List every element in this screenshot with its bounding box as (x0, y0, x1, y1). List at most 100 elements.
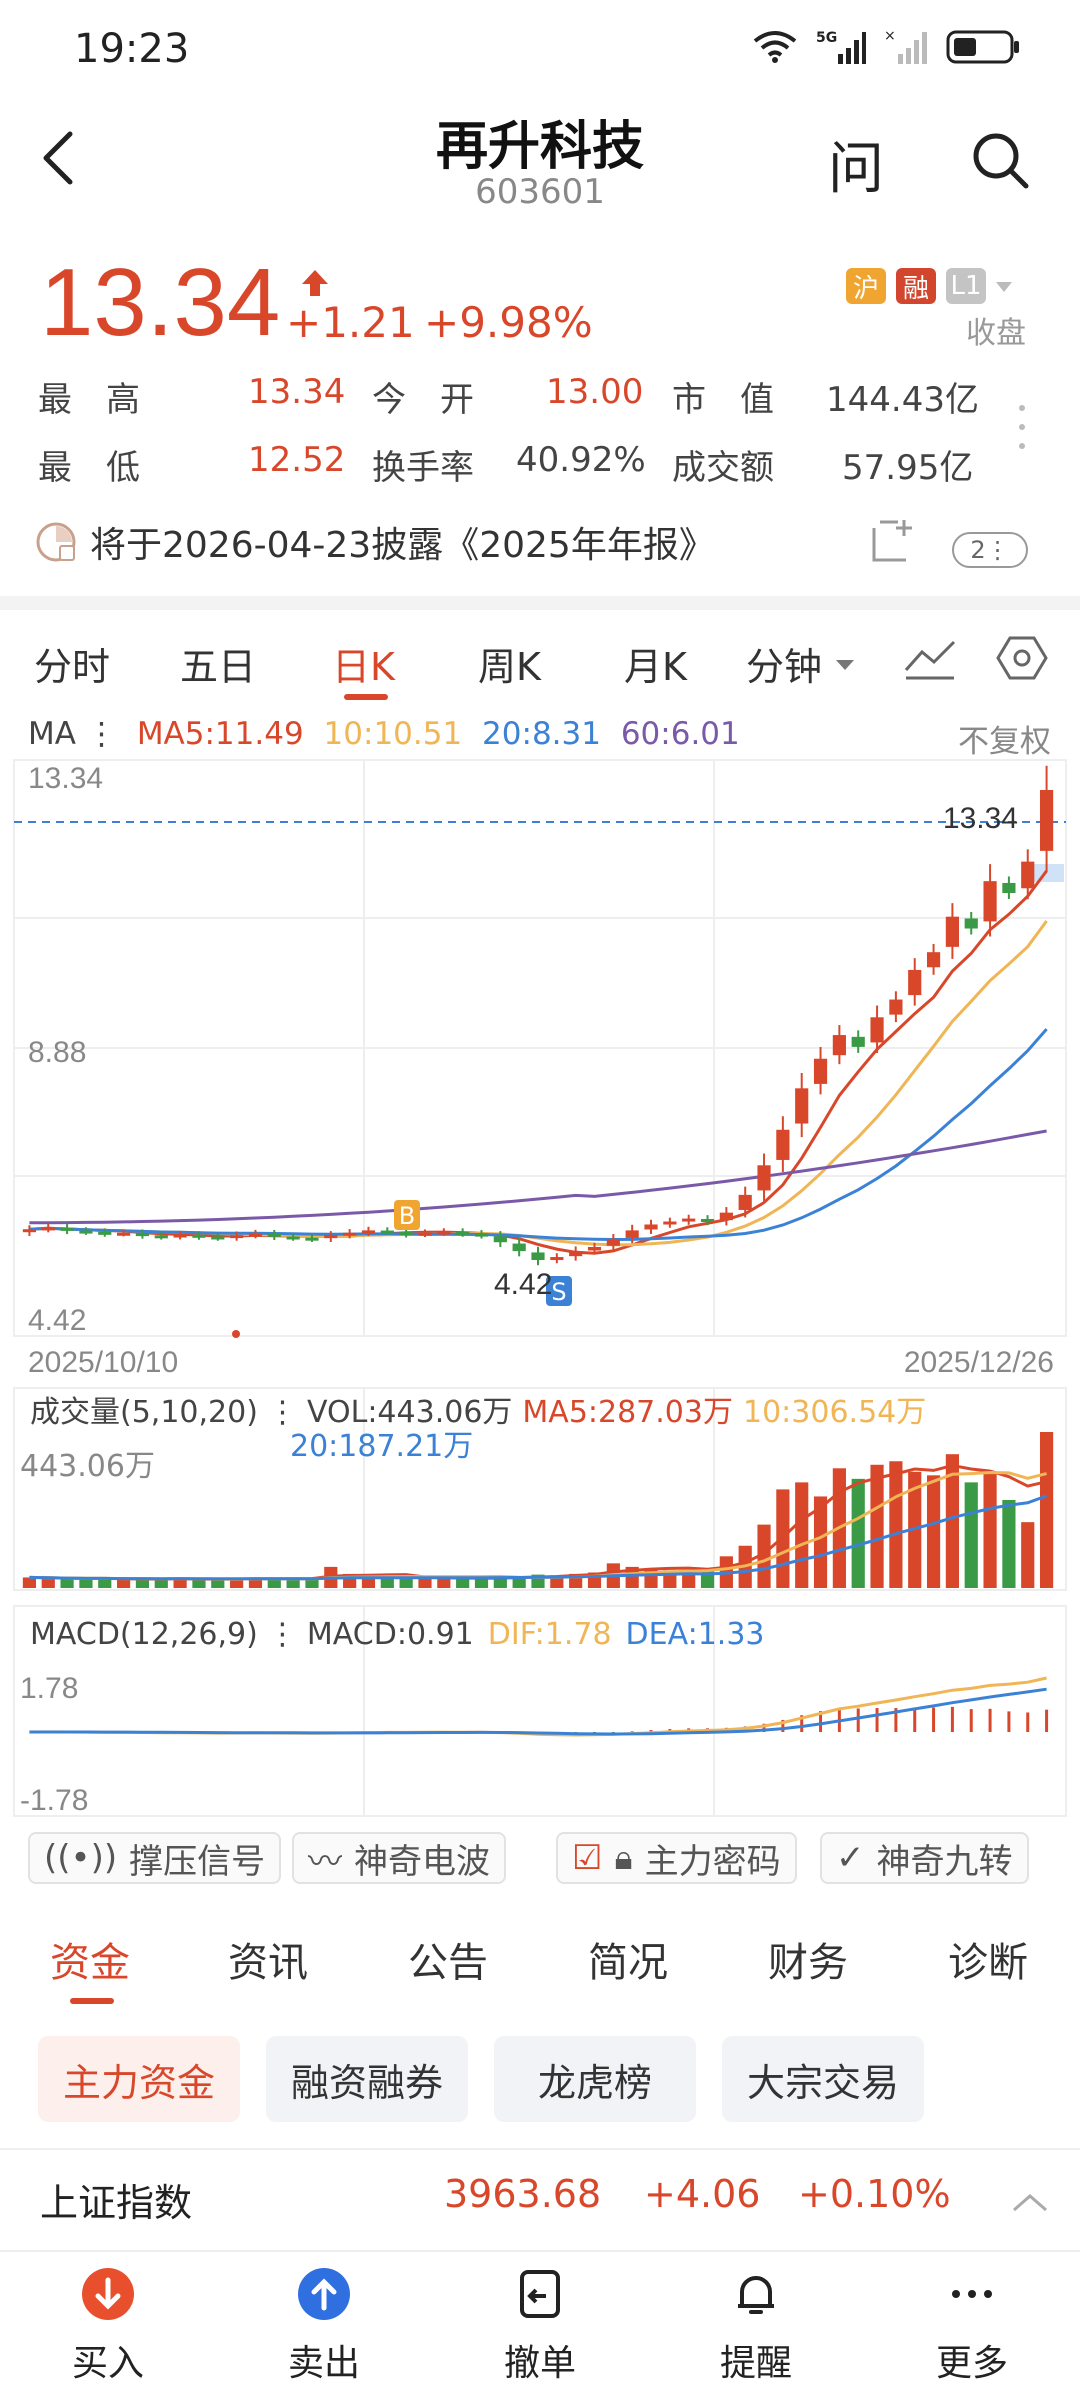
candle-body (889, 999, 903, 1015)
volume-bar (305, 1579, 319, 1588)
volume-bar (399, 1578, 413, 1588)
candle-body (644, 1224, 658, 1230)
candle-body (230, 1235, 244, 1239)
volume-y-top: 443.06万 (20, 1449, 155, 1484)
volume-bar (79, 1579, 93, 1588)
buy-button[interactable]: 买入 (38, 2266, 178, 2386)
volume-bar (192, 1579, 206, 1588)
tab-announcements[interactable]: 公告 (408, 1930, 488, 1988)
magic-wave-button[interactable]: 〰神奇电波 (292, 1832, 506, 1884)
candle-body (493, 1236, 507, 1243)
y-axis-mid: 8.88 (28, 1036, 86, 1069)
volume-bar (926, 1475, 941, 1588)
volume-bar (60, 1578, 74, 1588)
candles (22, 765, 1054, 1266)
macd-y-bottom: -1.78 (20, 1784, 88, 1817)
tab-profile[interactable]: 简况 (588, 1930, 668, 1988)
candle-body (79, 1230, 93, 1234)
candle-body (211, 1236, 225, 1240)
tab-funds[interactable]: 资金 (50, 1930, 130, 1988)
candle-body (663, 1221, 677, 1225)
wave-icon: 〰 (308, 1841, 342, 1882)
tab-diagnosis[interactable]: 诊断 (948, 1930, 1028, 1988)
volume-bar (889, 1461, 903, 1588)
more-button[interactable]: 更多 (902, 2266, 1042, 2386)
candle-body (870, 1017, 884, 1043)
active-info-tab-underline (70, 1998, 114, 2004)
volume-bar (418, 1578, 432, 1588)
ma10-line (29, 920, 1048, 1247)
svg-text:B: B (399, 1202, 415, 1230)
volume-bar (22, 1577, 37, 1588)
candle-body (60, 1227, 74, 1231)
buy-icon (82, 2268, 134, 2320)
cancel-order-icon (520, 2270, 560, 2318)
volume-bar (795, 1482, 809, 1588)
tab-financials[interactable]: 财务 (768, 1930, 848, 1988)
candle-body (456, 1231, 470, 1235)
svg-text:S: S (551, 1278, 566, 1306)
low-price-tag: 4.42 (494, 1268, 552, 1301)
candle-body (399, 1231, 413, 1235)
chip-main-funds[interactable]: 主力资金 (38, 2036, 240, 2122)
alert-button[interactable]: 提醒 (686, 2266, 826, 2386)
candle-body (343, 1232, 357, 1236)
sell-button[interactable]: 卖出 (254, 2266, 394, 2386)
candle-body (173, 1234, 187, 1238)
macd-y-top: 1.78 (20, 1672, 78, 1705)
candle-body (550, 1257, 564, 1261)
candle-body (625, 1230, 639, 1238)
kline-chart[interactable]: 13.34 8.88 4.42 2025/10/10 2025/12/26 13… (0, 0, 1080, 1830)
dea-line (29, 1687, 1047, 1736)
candle-body (531, 1252, 545, 1260)
chip-dragon-tiger[interactable]: 龙虎榜 (494, 2036, 696, 2122)
candle-body (700, 1219, 715, 1222)
volume-legend: 成交量(5,10,20) ⋮ VOL:443.06万 MA5:287.03万 10:… (30, 1395, 926, 1430)
ma20-line (29, 1028, 1048, 1242)
volume-bar (211, 1579, 225, 1588)
candle-body (512, 1243, 526, 1252)
volume-bars (22, 1432, 1054, 1588)
candle-body (154, 1235, 168, 1239)
x-axis-end: 2025/12/26 (904, 1346, 1054, 1379)
sell-icon (298, 2268, 350, 2320)
candle-body (324, 1235, 338, 1239)
chip-block-trade[interactable]: 大宗交易 (722, 2036, 924, 2122)
last-price-tag: 13.34 (943, 802, 1018, 835)
tab-news[interactable]: 资讯 (228, 1930, 308, 1988)
candle-body (738, 1194, 752, 1210)
volume-bar (41, 1578, 55, 1588)
bell-icon (738, 2276, 774, 2314)
magic-nine-button[interactable]: ✓ 神奇九转 (820, 1832, 1029, 1884)
candle-body (983, 881, 997, 922)
volume-ma20: 20:187.21万 (290, 1429, 473, 1464)
fund-chips: 主力资金 融资融券 龙虎榜 大宗交易 (0, 2036, 1080, 2122)
candle-body (776, 1129, 790, 1160)
candle-body (606, 1239, 620, 1246)
volume-bar (456, 1578, 470, 1588)
lock-icon: 🔒︎ (614, 1838, 633, 1878)
candle-body (682, 1218, 696, 1222)
chevron-up-icon[interactable] (1010, 2190, 1050, 2214)
candle-body (267, 1233, 281, 1237)
volume-bar (1039, 1432, 1054, 1588)
index-change-pct: +0.10% (798, 2172, 951, 2216)
candle-body (964, 918, 978, 929)
dif-line (29, 1676, 1047, 1737)
candle-body (192, 1234, 206, 1238)
cancel-order-button[interactable]: 撤单 (470, 2266, 610, 2386)
bottom-nav: 买入 卖出 撤单 提醒 更多 (0, 2250, 1080, 2400)
ma5-line (29, 870, 1048, 1255)
main-force-code-button[interactable]: ☑ 🔒︎ 主力密码 (556, 1832, 797, 1884)
candle-body (418, 1232, 432, 1236)
candle-body (908, 969, 922, 996)
volume-bar (870, 1464, 884, 1588)
signal-icon: ((•)) (44, 1838, 118, 1878)
chip-margin[interactable]: 融资融券 (266, 2036, 468, 2122)
index-value: 3963.68 (444, 2172, 602, 2216)
candle-body (305, 1237, 319, 1241)
candle-body (286, 1236, 300, 1240)
candle-body (22, 1229, 37, 1233)
support-pressure-signal-button[interactable]: ((•)) 撑压信号 (28, 1832, 282, 1884)
index-ticker[interactable]: 上证指数 3963.68 +4.06 +0.10% (0, 2148, 1080, 2248)
